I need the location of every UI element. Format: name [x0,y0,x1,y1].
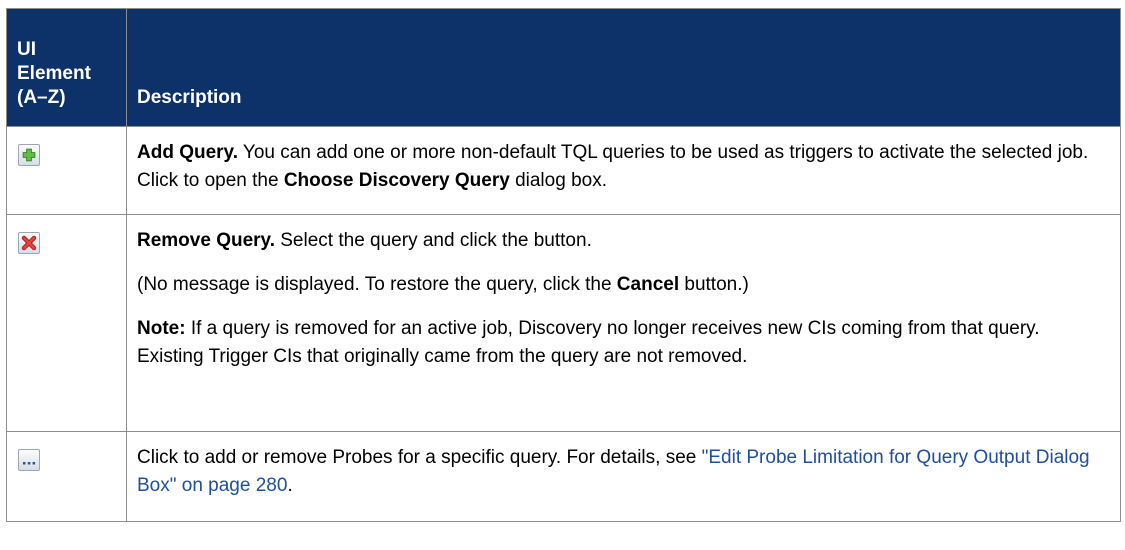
description-cell: Click to add or remove Probes for a spec… [126,431,1121,522]
description-paragraph: Add Query. You can add one or more non-d… [137,139,1110,195]
ui-element-cell [6,431,127,522]
term-add-query: Add Query. [137,142,238,163]
ui-element-cell [6,214,127,432]
description-text: Click to add or remove Probes for a spec… [137,447,702,468]
description-text: If a query is removed for an active job,… [137,318,1040,367]
table-header-row: UI Element (A–Z) Description [6,8,1121,127]
description-cell: Add Query. You can add one or more non-d… [126,126,1121,215]
table-row: Click to add or remove Probes for a spec… [6,431,1121,522]
term-cancel: Cancel [616,274,680,295]
description-text: You can add one or more non-default TQL … [137,142,1089,191]
header-ui-element-line: (A–Z) [17,87,66,108]
description-text: . [287,475,293,496]
description-text: Select the query and click the button. [274,230,592,251]
description-text: button.) [679,274,749,295]
add-query-icon [18,144,40,166]
description-paragraph: Click to add or remove Probes for a spec… [137,444,1110,500]
remove-query-icon [18,232,40,254]
description-cell: Remove Query. Select the query and click… [126,214,1121,432]
description-text: (No message is displayed. To restore the… [137,274,617,295]
header-ui-element-line: UI [17,39,36,60]
ui-element-cell [6,126,127,215]
ui-elements-table: UI Element (A–Z) Description Add Query. … [6,8,1121,522]
term-remove-query: Remove Query. [137,230,275,251]
table-row: Remove Query. Select the query and click… [6,214,1121,432]
description-text: dialog box. [509,170,607,191]
note-paragraph: Note: If a query is removed for an activ… [137,315,1110,371]
description-paragraph: Remove Query. Select the query and click… [137,227,1110,255]
table-row: Add Query. You can add one or more non-d… [6,126,1121,215]
term-choose-discovery-query: Choose Discovery Query [283,170,510,191]
header-ui-element: UI Element (A–Z) [6,8,127,127]
header-ui-element-line: Element [17,63,91,84]
description-paragraph: (No message is displayed. To restore the… [137,271,1110,299]
term-note: Note: [137,318,186,339]
header-description: Description [126,8,1121,127]
ellipsis-icon [18,449,40,471]
